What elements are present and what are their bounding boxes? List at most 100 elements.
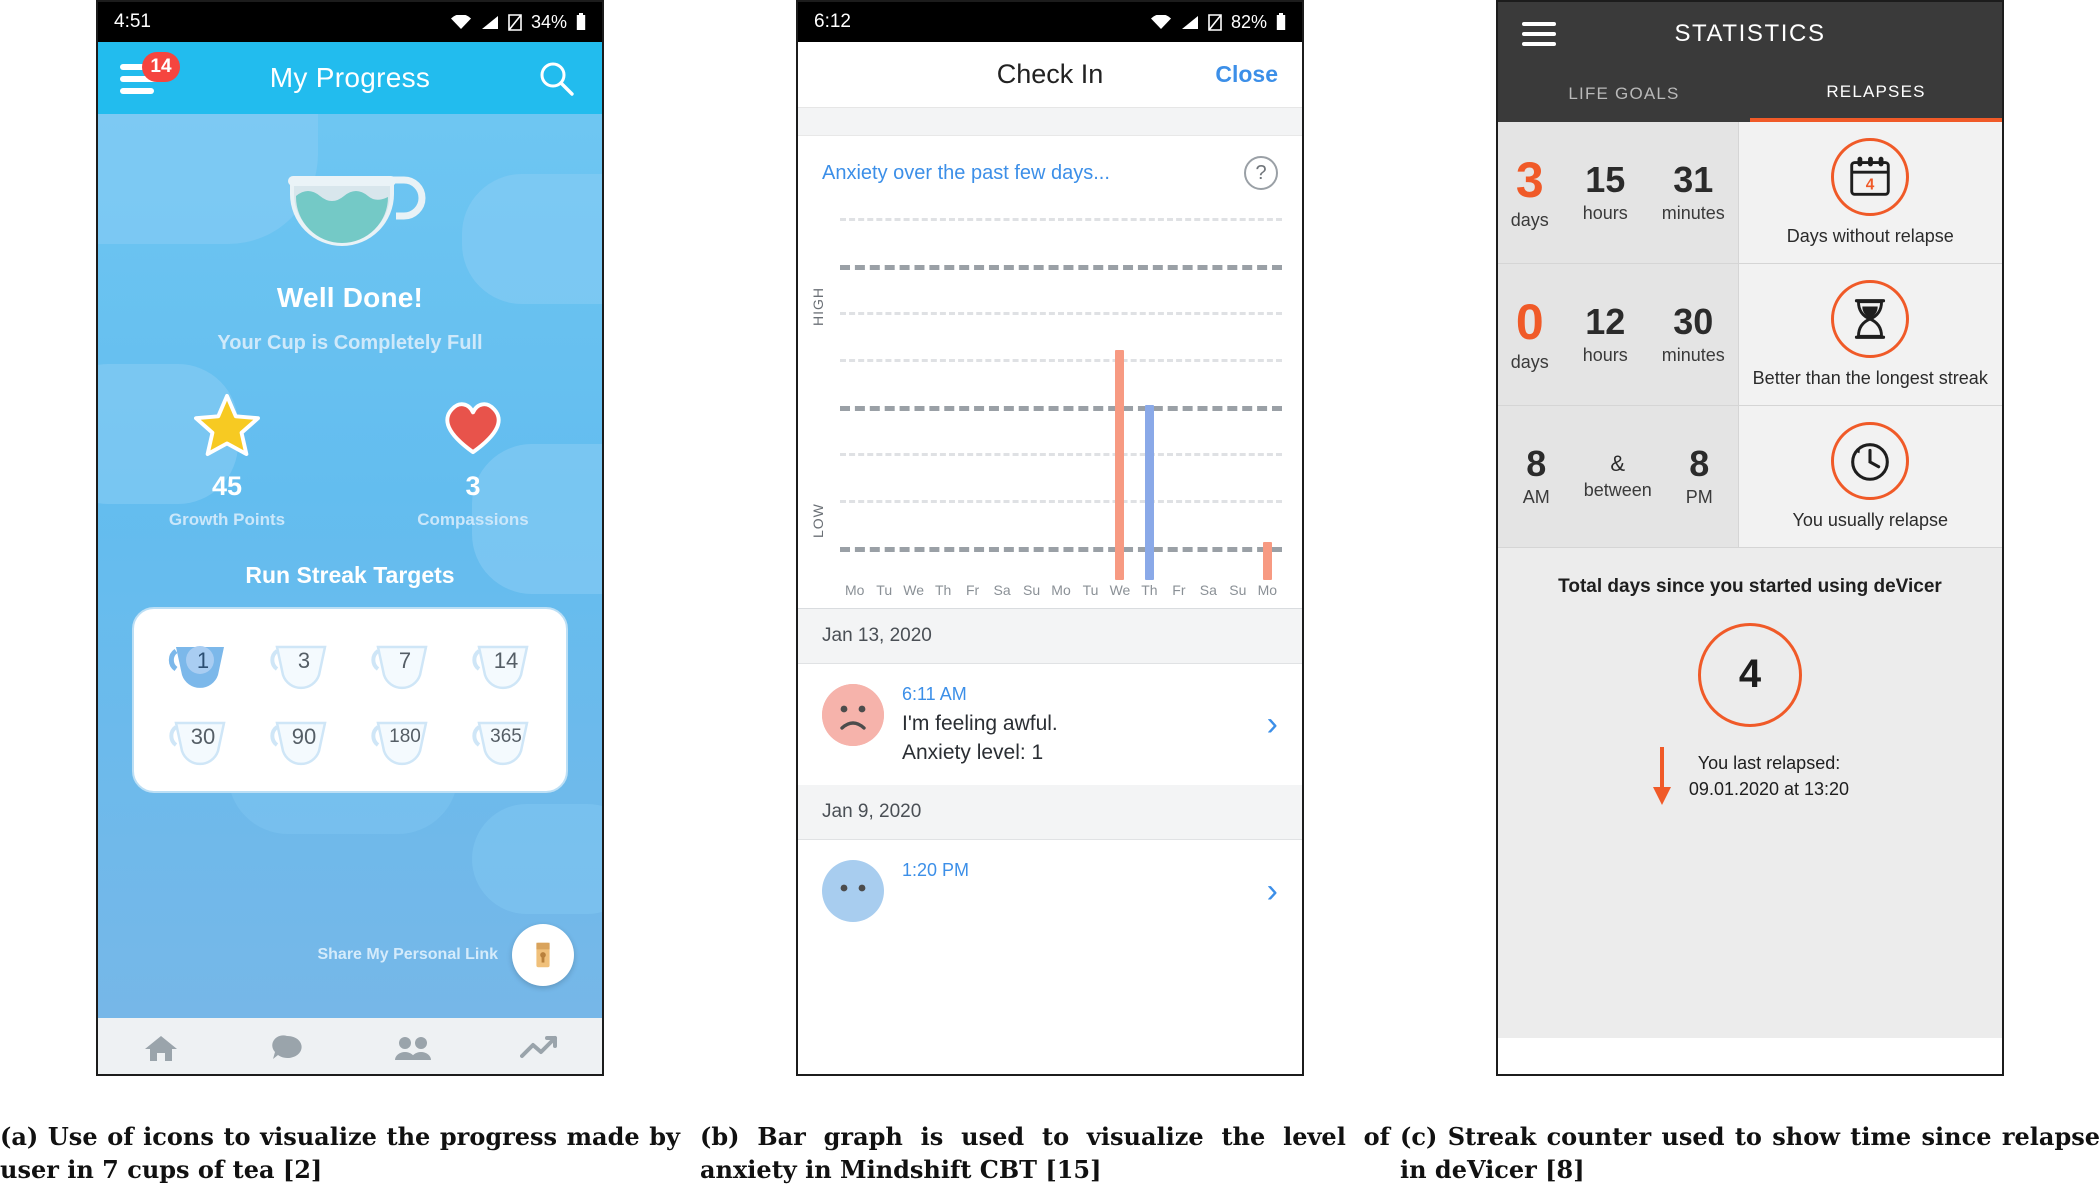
people-icon[interactable] xyxy=(392,1030,434,1066)
stat-unit: minutes xyxy=(1661,344,1725,365)
battery-icon xyxy=(576,13,586,30)
page-title: STATISTICS xyxy=(1674,20,1826,47)
tab-life-goals[interactable]: LIFE GOALS xyxy=(1498,66,1750,122)
streak-cup-90[interactable]: 90 xyxy=(257,705,343,767)
trending-up-icon[interactable] xyxy=(518,1030,560,1066)
streak-cup-1[interactable]: 1 xyxy=(156,629,242,691)
streak-cup-30[interactable]: 30 xyxy=(156,705,242,767)
stat-value: & xyxy=(1610,451,1626,477)
bar-slot xyxy=(899,208,928,580)
table-row: 3 days 15 hours 31 minutes 4 Days withou… xyxy=(1498,122,2002,264)
caption-b: (b) Bar graph is used to visualize the l… xyxy=(700,1121,1390,1184)
entry-date-header: Jan 13, 2020 xyxy=(798,609,1302,664)
stat-label: Compassions xyxy=(417,510,529,529)
sky-background: Well Done! Your Cup is Completely Full 4… xyxy=(98,114,602,1018)
entry-message: I'm feeling awful. xyxy=(902,712,1058,735)
close-button[interactable]: Close xyxy=(1215,61,1278,88)
tab-relapses[interactable]: RELAPSES xyxy=(1750,66,2002,122)
phone-screen-statistics: STATISTICS LIFE GOALS RELAPSES 3 days 15 h… xyxy=(1496,0,2004,1076)
share-link-icon[interactable] xyxy=(512,924,574,986)
x-tick: Sa xyxy=(993,582,1011,598)
streak-cup-365[interactable]: 365 xyxy=(459,705,545,767)
stat-unit: between xyxy=(1583,479,1652,500)
bar-slot xyxy=(1253,208,1282,580)
streak-cup-value: 7 xyxy=(398,648,412,673)
streak-cup-value: 14 xyxy=(493,648,519,673)
entry-date-header: Jan 9, 2020 xyxy=(798,785,1302,840)
x-tick: Sa xyxy=(1199,582,1217,598)
entry-anxiety-level: Anxiety level: 1 xyxy=(902,741,1044,764)
notification-badge: 14 xyxy=(142,52,180,82)
list-item[interactable]: 6:11 AM I'm feeling awful. Anxiety level… xyxy=(798,664,1302,785)
search-icon[interactable] xyxy=(538,60,576,98)
status-time: 6:12 xyxy=(814,11,851,32)
chat-bubble-icon[interactable] xyxy=(266,1030,308,1066)
stat-unit: hours xyxy=(1582,202,1628,223)
last-relapse-label: You last relapsed: xyxy=(1697,752,1841,773)
sim-icon xyxy=(1208,13,1222,31)
bar-slot xyxy=(1194,208,1223,580)
sim-icon xyxy=(508,13,522,31)
x-tick: Mo xyxy=(1257,582,1278,598)
bar-slot xyxy=(1164,208,1193,580)
x-tick: Th xyxy=(934,582,952,598)
streak-cup-value: 3 xyxy=(297,648,311,673)
x-tick: We xyxy=(1109,582,1131,598)
stat-value: 8 xyxy=(1526,443,1547,485)
bar-slot xyxy=(1135,208,1164,580)
streak-target-card: 1 3 7 14 30 90 180 365 xyxy=(132,607,568,793)
status-bar: 6:12 82% xyxy=(798,2,1302,42)
share-personal-link[interactable]: Share My Personal Link xyxy=(317,924,574,986)
wifi-icon xyxy=(450,14,471,29)
last-relapse-block: You last relapsed: 09.01.2020 at 13:20 xyxy=(1522,745,1978,807)
usual-relapse-card: You usually relapse xyxy=(1737,406,2002,547)
stat-unit: PM xyxy=(1685,486,1713,507)
hero-heading: Well Done! xyxy=(276,282,424,313)
stat-value: 30 xyxy=(1673,301,1714,343)
card-label: Better than the longest streak xyxy=(1752,367,1988,388)
caption-a: (a) Use of icons to visualize the progre… xyxy=(0,1121,680,1184)
caption-c: (c) Streak counter used to show time sin… xyxy=(1400,1121,2100,1184)
streak-cup-7[interactable]: 7 xyxy=(358,629,444,691)
chart-title[interactable]: Anxiety over the past few days... xyxy=(822,162,1110,185)
statistics-rows: 3 days 15 hours 31 minutes 4 Days withou… xyxy=(1498,122,2002,548)
signal-icon xyxy=(1181,15,1198,29)
stat-unit: days xyxy=(1510,210,1549,231)
chart-bars xyxy=(840,208,1282,580)
days-without-relapse-card: 4 Days without relapse xyxy=(1737,122,2002,263)
share-label: Share My Personal Link xyxy=(317,946,498,963)
stat-value: 3 xyxy=(1515,151,1544,208)
figure-three-panel: 4:51 34% 14 My Progress Well Done! Your … xyxy=(0,0,2100,1186)
streak-cup-value: 1 xyxy=(196,648,210,673)
hamburger-menu-icon[interactable] xyxy=(1522,16,1556,52)
panel-a: 4:51 34% 14 My Progress Well Done! Your … xyxy=(0,0,700,1186)
bottom-navigation xyxy=(98,1018,602,1074)
help-circle-icon[interactable]: ? xyxy=(1244,156,1278,190)
hourglass-icon xyxy=(1831,279,1910,358)
streak-cup-14[interactable]: 14 xyxy=(459,629,545,691)
chevron-right-icon[interactable]: › xyxy=(1267,872,1278,911)
streak-title: Run Streak Targets xyxy=(245,562,455,588)
streak-cup-180[interactable]: 180 xyxy=(358,705,444,767)
status-time: 4:51 xyxy=(114,11,151,32)
anxiety-bar-chart: HIGH LOW Mo Tu We Th Fr Sa Su Mo Tu We T… xyxy=(798,208,1286,608)
signal-icon xyxy=(481,15,498,29)
stat-value: 15 xyxy=(1585,159,1626,201)
list-item[interactable]: 1:20 PM › xyxy=(798,840,1302,942)
total-days-section: Total days since you started using deVic… xyxy=(1498,548,2002,817)
bar-slot xyxy=(840,208,869,580)
streak-cup-value: 365 xyxy=(490,726,522,747)
home-icon[interactable] xyxy=(140,1030,182,1066)
entry-time: 6:11 AM xyxy=(902,684,967,704)
streak-cup-3[interactable]: 3 xyxy=(257,629,343,691)
chevron-right-icon[interactable]: › xyxy=(1267,705,1278,744)
heart-icon xyxy=(398,391,548,459)
stat-value: 3 xyxy=(465,471,481,501)
phone-screen-check-in: 6:12 82% Check In Close Anxiety over the… xyxy=(796,0,1304,1076)
x-tick: Mo xyxy=(845,582,865,598)
status-bar: 4:51 34% xyxy=(98,2,602,42)
card-label: You usually relapse xyxy=(1792,509,1948,530)
usual-relapse-time: 8 AM & between 8 PM xyxy=(1498,406,1738,547)
phone-screen-my-progress: 4:51 34% 14 My Progress Well Done! Your … xyxy=(96,0,604,1076)
longest-streak-card: Better than the longest streak xyxy=(1737,264,2002,405)
